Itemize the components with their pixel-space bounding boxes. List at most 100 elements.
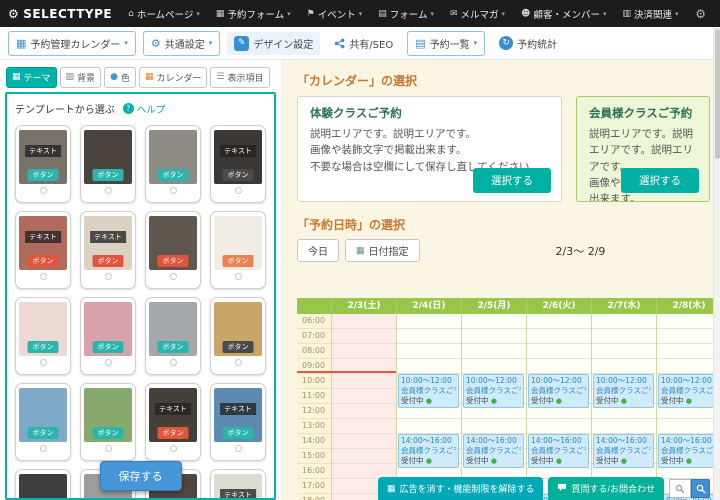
template-thumbnail[interactable]: ボタン <box>210 297 266 375</box>
thumbnail-screen: テキストボタン <box>19 216 67 270</box>
home-button-icon <box>105 359 112 366</box>
event-title: 会員様クラスご予約 <box>661 446 713 456</box>
chevron-down-icon: ▾ <box>430 10 434 18</box>
calendar-event[interactable]: 14:00〜16:00会員様クラスご予約受付中 ● <box>658 434 713 468</box>
home-button-icon <box>235 187 242 194</box>
toolbar-reservation-list[interactable]: ▤予約一覧▾ <box>407 31 485 56</box>
page-scrollbar[interactable] <box>713 27 720 500</box>
sidebar-tab-theme[interactable]: ▦テーマ <box>6 67 57 88</box>
sidebar-tab-label: カレンダー <box>156 71 201 84</box>
main-content: 「カレンダー」の選択 体験クラスご予約説明エリアです。説明エリアです。画像や装飾… <box>281 60 720 500</box>
template-thumbnail[interactable]: テキストボタン <box>15 125 71 203</box>
calendar-event[interactable]: 10:00〜12:00会員様クラスご予約受付中 ● <box>398 374 459 408</box>
thumbnail-screen: テキストボタン <box>19 130 67 184</box>
brand-logo[interactable]: ⚙ SELECTTYPE <box>8 7 112 21</box>
toolbar-item-label: デザイン設定 <box>253 36 313 51</box>
template-thumbnail[interactable]: ボタン <box>210 211 266 289</box>
event-status: 受付中 ● <box>466 456 521 466</box>
template-thumbnail[interactable]: テキストボタン <box>210 469 266 498</box>
template-thumbnail[interactable]: ボタン <box>80 297 136 375</box>
calendar-event[interactable]: 14:00〜16:00会員様クラスご予約受付中 ● <box>398 434 459 468</box>
contact-button[interactable]: 質問する/お問合わせ <box>548 477 664 500</box>
thumbnail-screen: ボタン <box>19 302 67 356</box>
save-button[interactable]: 保存する <box>100 461 182 491</box>
event-time: 10:00〜12:00 <box>531 376 586 386</box>
nav-item-mail-magazine[interactable]: ✉メルマガ▾ <box>442 0 513 27</box>
event-time: 14:00〜16:00 <box>466 436 521 446</box>
nav-item-event[interactable]: ⚑イベント▾ <box>299 0 371 27</box>
toolbar-reservation-calendar[interactable]: ▦予約管理カレンダー▾ <box>8 31 136 56</box>
day-column[interactable]: 10:00〜12:00会員様クラスご予約受付中 ● 14:00〜16:00会員様ク… <box>461 314 526 500</box>
select-plan-button[interactable]: 選択する <box>473 168 551 193</box>
button-badge-label: ボタン <box>93 427 124 439</box>
sidebar-tab-color[interactable]: ●色 <box>104 67 136 88</box>
toolbar-design-settings[interactable]: ✎デザイン設定 <box>227 32 320 55</box>
toolbar-share-seo[interactable]: 共有/SEO <box>327 32 400 55</box>
toolbar-common-settings[interactable]: ⚙共通設定▾ <box>143 31 220 56</box>
day-column[interactable]: 10:00〜12:00会員様クラスご予約受付中 ● 14:00〜16:00会員様ク… <box>396 314 461 500</box>
button-badge-label: ボタン <box>93 169 124 181</box>
payment-icon: ▥ <box>622 9 631 19</box>
sidebar-tab-background[interactable]: ▨背景 <box>60 67 102 88</box>
thumbnail-screen: ボタン <box>84 130 132 184</box>
text-badge-label: テキスト <box>220 489 256 498</box>
settings-gear-icon[interactable]: ⚙ <box>695 7 712 21</box>
template-thumbnail[interactable]: ボタン <box>145 125 201 203</box>
button-badge-label: ボタン <box>93 341 124 353</box>
calendar-event[interactable]: 14:00〜16:00会員様クラスご予約受付中 ● <box>593 434 654 468</box>
reservation-form-icon: ▦ <box>216 9 225 19</box>
nav-item-payment[interactable]: ▥決済関連▾ <box>614 0 686 27</box>
template-thumbnail[interactable]: ボタン <box>145 211 201 289</box>
time-label: 17:00 <box>297 479 331 494</box>
template-thumbnail[interactable]: テキストボタン <box>145 383 201 461</box>
day-column[interactable]: 10:00〜12:00会員様クラスご予約受付中 ● 14:00〜16:00会員様ク… <box>591 314 656 500</box>
event-title: 会員様クラスご予約 <box>531 386 586 396</box>
home-button-icon <box>170 273 177 280</box>
calendar-event[interactable]: 10:00〜12:00会員様クラスご予約受付中 ● <box>463 374 524 408</box>
nav-item-homepage[interactable]: ⌂ホームページ▾ <box>120 0 208 27</box>
template-thumbnail[interactable]: ボタン <box>15 469 71 498</box>
remove-ads-button[interactable]: ▦ 広告を消す・機能制限を解除する <box>378 477 544 500</box>
search-button[interactable] <box>691 479 710 498</box>
template-thumbnail[interactable]: ボタン <box>145 297 201 375</box>
button-badge-label: ボタン <box>158 341 189 353</box>
calendar-event[interactable]: 10:00〜12:00会員様クラスご予約受付中 ● <box>593 374 654 408</box>
template-thumbnail[interactable]: テキストボタン <box>210 125 266 203</box>
calendar-event[interactable]: 10:00〜12:00会員様クラスご予約受付中 ● <box>658 374 713 408</box>
sidebar-tab-calendar[interactable]: ▦カレンダー <box>139 67 208 88</box>
template-thumbnail[interactable]: ボタン <box>80 125 136 203</box>
grid-icon: ▦ <box>387 484 396 493</box>
sidebar-tab-display-items[interactable]: ☰表示項目 <box>210 67 269 88</box>
today-button[interactable]: 今日 <box>297 239 339 262</box>
calendar-event[interactable]: 10:00〜12:00会員様クラスご予約受付中 ● <box>528 374 589 408</box>
template-panel: テンプレートから選ぶ ? ヘルプ テキストボタンボタンボタンテキストボタンテキス… <box>5 92 276 500</box>
date-picker-button[interactable]: ▦ 日付指定 <box>345 239 420 262</box>
scrollbar-thumb[interactable] <box>715 29 720 159</box>
nav-item-customers-members[interactable]: ☻顧客・メンバー▾ <box>513 0 614 27</box>
day-column[interactable] <box>331 314 396 500</box>
toolbar-item-label: 予約統計 <box>517 36 557 51</box>
day-header: 2/6(火) <box>526 298 591 314</box>
template-thumbnail[interactable]: テキストボタン <box>80 211 136 289</box>
template-thumbnail[interactable]: テキストボタン <box>210 383 266 461</box>
toolbar-item-label: 共有/SEO <box>349 36 393 51</box>
template-thumbnail[interactable]: ボタン <box>15 297 71 375</box>
current-time-line <box>297 371 396 373</box>
reservation-calendar-icon: ▦ <box>16 38 26 49</box>
template-thumbnail[interactable]: テキストボタン <box>15 211 71 289</box>
calendar-event[interactable]: 14:00〜16:00会員様クラスご予約受付中 ● <box>528 434 589 468</box>
thumbnail-screen: ボタン <box>214 216 262 270</box>
template-thumbnail[interactable]: ボタン <box>15 383 71 461</box>
sub-toolbar: ▦予約管理カレンダー▾ ⚙共通設定▾ ✎デザイン設定 共有/SEO ▤予約一覧▾ ↻予約統… <box>0 27 720 60</box>
day-column[interactable]: 10:00〜12:00会員様クラスご予約受付中 ● 14:00〜16:00会員様ク… <box>656 314 713 500</box>
day-column[interactable]: 10:00〜12:00会員様クラスご予約受付中 ● 14:00〜16:00会員様ク… <box>526 314 591 500</box>
help-link[interactable]: ? ヘルプ <box>123 102 166 116</box>
nav-item-form[interactable]: ▤フォーム▾ <box>370 0 442 27</box>
toolbar-reservation-stats[interactable]: ↻予約統計 <box>492 32 564 55</box>
calendar-event[interactable]: 14:00〜16:00会員様クラスご予約受付中 ● <box>463 434 524 468</box>
select-plan-button[interactable]: 選択する <box>621 168 699 193</box>
search-input[interactable] <box>669 479 691 498</box>
template-thumbnail[interactable]: ボタン <box>80 383 136 461</box>
nav-item-reservation-form[interactable]: ▦予約フォーム▾ <box>208 0 299 27</box>
event-time: 10:00〜12:00 <box>661 376 713 386</box>
